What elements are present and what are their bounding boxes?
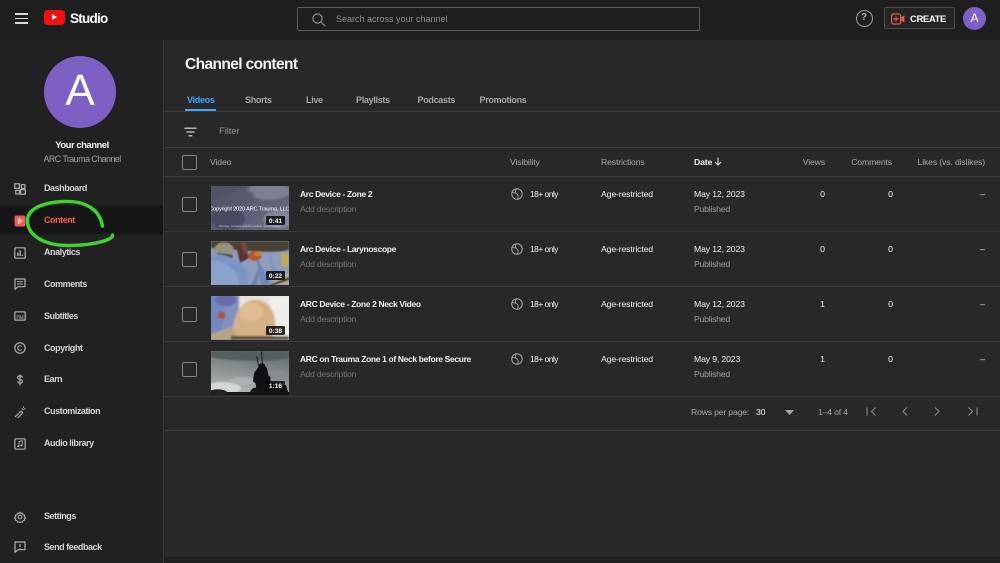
svg-text:0:38: 0:38 [269, 328, 283, 335]
svg-text:Copyright 2020 ARC Trauma, LLC: Copyright 2020 ARC Trauma, LLC. [211, 207, 289, 213]
svg-text:0:41: 0:41 [269, 218, 283, 225]
svg-text:1:16: 1:16 [269, 383, 283, 390]
svg-text:0:22: 0:22 [269, 273, 283, 280]
